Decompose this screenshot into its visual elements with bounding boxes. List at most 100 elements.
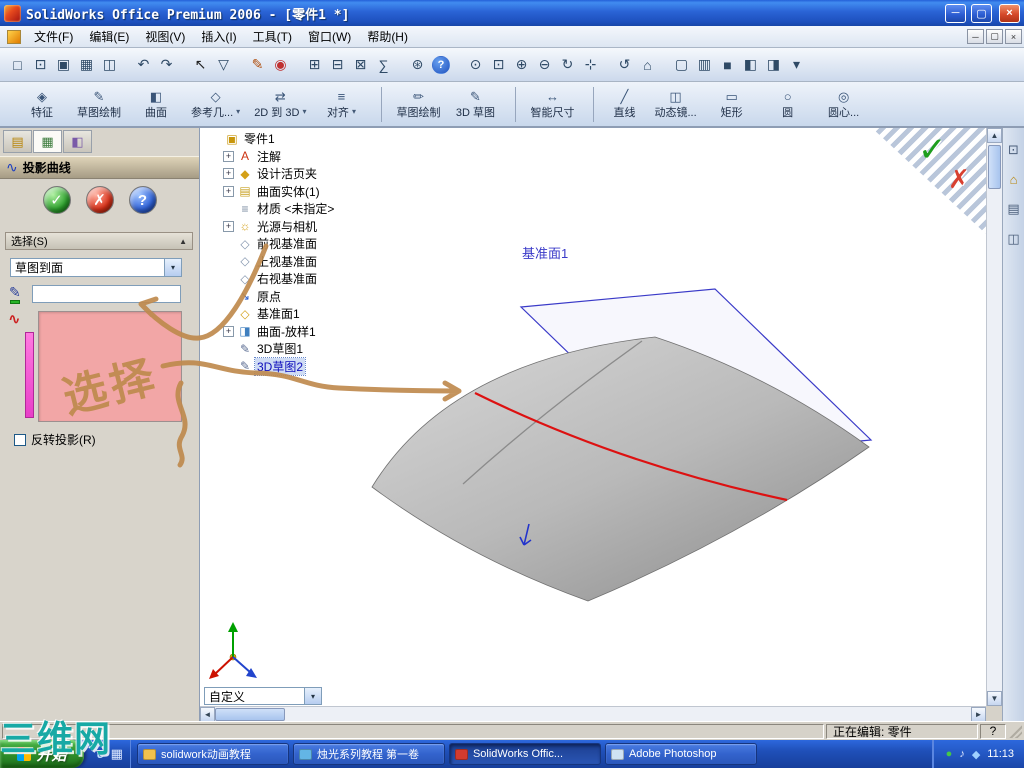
expand-toggle[interactable]: + bbox=[223, 168, 234, 180]
2d-to-3d-tab[interactable]: ⇄ 2D 到 3D ▾ bbox=[249, 87, 311, 122]
pane-split-icon[interactable]: ◫ bbox=[1007, 231, 1019, 247]
expand-toggle[interactable]: + bbox=[223, 185, 234, 197]
smart-dimension-button[interactable]: ↔ 智能尺寸 ▾ bbox=[515, 86, 579, 122]
resize-grip[interactable] bbox=[1008, 724, 1022, 738]
vertical-scroll-thumb[interactable] bbox=[988, 145, 1001, 189]
line-button[interactable]: ╱ 直线 ▾ bbox=[593, 86, 645, 122]
surfaces-tab[interactable]: ◧ 曲面 ▾ bbox=[130, 87, 182, 122]
wireframe-icon[interactable]: ▢ bbox=[670, 53, 693, 77]
expand-toggle[interactable]: + bbox=[223, 325, 234, 337]
view-preset-combo[interactable]: 自定义 ▾ bbox=[204, 687, 322, 705]
task-candlelight-tutorial[interactable]: 烛光系列教程 第一卷 bbox=[292, 743, 445, 765]
start-button[interactable]: 开始 bbox=[0, 740, 84, 768]
task-photoshop[interactable]: Adobe Photoshop bbox=[604, 743, 757, 765]
selection-filter-icon[interactable]: ▽ bbox=[212, 53, 235, 77]
shaded-icon[interactable]: ■ bbox=[716, 53, 739, 77]
corner-accept-icon[interactable]: ✓ bbox=[918, 130, 947, 170]
menu-insert[interactable]: 插入(I) bbox=[193, 26, 244, 47]
feature-display-icon[interactable]: ▤ bbox=[1007, 201, 1019, 217]
units-icon[interactable]: ⊟ bbox=[326, 53, 349, 77]
zoom-out-icon[interactable]: ⊖ bbox=[533, 53, 556, 77]
features-tab[interactable]: ◈ 特征 ▾ bbox=[16, 87, 68, 122]
sketch-button[interactable]: ✏ 草图绘制 ▾ bbox=[381, 86, 445, 122]
rebuild-icon[interactable]: ◉ bbox=[269, 53, 292, 77]
face-selection-listbox[interactable] bbox=[38, 311, 182, 422]
fullscreen-icon[interactable]: ⊡ bbox=[1008, 142, 1019, 158]
annotations[interactable]: + A 注解 bbox=[223, 148, 375, 166]
dropdown-arrow-icon[interactable]: ▾ bbox=[164, 259, 181, 276]
align-tab[interactable]: ≡ 对齐 ▾ bbox=[315, 87, 367, 122]
save-icon[interactable]: ▣ bbox=[52, 53, 75, 77]
sketch3d-2[interactable]: ✎ 3D草图2 bbox=[223, 356, 375, 376]
document-icon[interactable] bbox=[7, 29, 21, 44]
rectangle-button[interactable]: ▭ 矩形 ▾ bbox=[706, 87, 758, 122]
options-icon[interactable]: ⊛ bbox=[406, 53, 429, 77]
centerpoint-arc-button[interactable]: ◎ 圆心... ▾ bbox=[818, 87, 870, 122]
ie-quicklaunch-icon[interactable]: e bbox=[97, 746, 104, 763]
redo-icon[interactable]: ↷ bbox=[155, 53, 178, 77]
cancel-button[interactable]: ✗ bbox=[85, 186, 114, 214]
expand-toggle[interactable]: + bbox=[223, 150, 234, 162]
child-minimize-button[interactable]: ─ bbox=[967, 29, 984, 44]
mass-properties-icon[interactable]: ∑ bbox=[372, 53, 395, 77]
restore-button[interactable]: ▢ bbox=[971, 3, 992, 23]
sketch-icon[interactable]: ✎ bbox=[246, 53, 269, 77]
shadows-icon[interactable]: ◧ bbox=[739, 53, 762, 77]
rotate-view-icon[interactable]: ↻ bbox=[556, 53, 579, 77]
propertymanager-tab[interactable]: ▦ bbox=[33, 130, 62, 153]
grid-icon[interactable]: ⊞ bbox=[303, 53, 326, 77]
corner-cancel-icon[interactable]: ✗ bbox=[948, 164, 970, 195]
measure-icon[interactable]: ⊠ bbox=[349, 53, 372, 77]
menu-tools[interactable]: 工具(T) bbox=[245, 26, 300, 47]
undo-icon[interactable]: ↶ bbox=[132, 53, 155, 77]
zoom-in-out-icon[interactable]: ⊕ bbox=[510, 53, 533, 77]
material[interactable]: ≡ 材质 <未指定> bbox=[223, 200, 375, 218]
messenger-tray-icon[interactable]: ◆ bbox=[972, 748, 980, 761]
scroll-up-icon[interactable]: ▲ bbox=[987, 128, 1002, 143]
view-dropdown-icon[interactable]: ▾ bbox=[785, 53, 808, 77]
antivirus-tray-icon[interactable]: ● bbox=[946, 748, 953, 760]
expand-toggle[interactable]: + bbox=[223, 220, 234, 232]
menu-help[interactable]: 帮助(H) bbox=[359, 26, 416, 47]
dropdown-arrow-icon[interactable]: ▾ bbox=[304, 688, 321, 704]
close-button[interactable]: × bbox=[999, 3, 1020, 23]
plane1[interactable]: ◇ 基准面1 bbox=[223, 305, 375, 323]
select-icon[interactable]: ↖ bbox=[189, 53, 212, 77]
projection-type-dropdown[interactable]: 草图到面 ▾ bbox=[10, 258, 182, 277]
featuremanager-tab[interactable]: ▤ bbox=[3, 130, 32, 153]
design-binder[interactable]: + ◆ 设计活页夹 bbox=[223, 165, 375, 183]
collapse-icon[interactable]: ▲ bbox=[179, 237, 187, 246]
section-view-icon[interactable]: ◨ bbox=[762, 53, 785, 77]
print-preview-icon[interactable]: ◫ bbox=[98, 53, 121, 77]
configurationmanager-tab[interactable]: ◧ bbox=[63, 130, 92, 153]
home-view-icon[interactable]: ⌂ bbox=[1010, 172, 1018, 187]
sketch3d-1[interactable]: ✎ 3D草图1 bbox=[223, 340, 375, 358]
zoom-to-fit-icon[interactable]: ⊙ bbox=[464, 53, 487, 77]
task-folder-solidwork-tutorial[interactable]: solidwork动画教程 bbox=[136, 743, 289, 765]
reverse-projection-checkbox[interactable] bbox=[14, 433, 26, 446]
3d-sketch-button[interactable]: ✎ 3D 草图 ▾ bbox=[449, 87, 501, 122]
top-plane[interactable]: ◇ 上视基准面 bbox=[223, 253, 375, 271]
surface-bodies[interactable]: + ▤ 曲面实体(1) bbox=[223, 183, 375, 201]
hidden-lines-icon[interactable]: ▥ bbox=[693, 53, 716, 77]
pan-icon[interactable]: ⊹ bbox=[579, 53, 602, 77]
menu-edit[interactable]: 编辑(E) bbox=[81, 26, 137, 47]
task-solidworks[interactable]: SolidWorks Offic... bbox=[448, 743, 601, 765]
new-icon[interactable]: □ bbox=[6, 53, 29, 77]
view-orientation-icon[interactable]: ⌂ bbox=[636, 53, 659, 77]
horizontal-scroll-thumb[interactable] bbox=[215, 707, 285, 721]
sketch-tab[interactable]: ✎ 草图绘制 ▾ bbox=[72, 87, 126, 122]
open-icon[interactable]: ⊡ bbox=[29, 53, 52, 77]
front-plane[interactable]: ◇ 前视基准面 bbox=[223, 235, 375, 253]
sketch-selection-input[interactable] bbox=[32, 285, 181, 303]
child-restore-button[interactable]: ▢ bbox=[986, 29, 1003, 44]
help-icon[interactable]: ? bbox=[432, 55, 450, 74]
circle-button[interactable]: ○ 圆 ▾ bbox=[762, 87, 814, 122]
menu-file[interactable]: 文件(F) bbox=[26, 26, 81, 47]
origin[interactable]: ↘ 原点 bbox=[223, 288, 375, 306]
vertical-scrollbar[interactable]: ▲ ▼ bbox=[986, 128, 1002, 706]
scroll-right-icon[interactable]: ► bbox=[971, 706, 986, 722]
selection-section-header[interactable]: 选择(S) ▲ bbox=[5, 232, 193, 250]
volume-tray-icon[interactable]: ♪ bbox=[959, 748, 965, 760]
print-icon[interactable]: ▦ bbox=[75, 53, 98, 77]
